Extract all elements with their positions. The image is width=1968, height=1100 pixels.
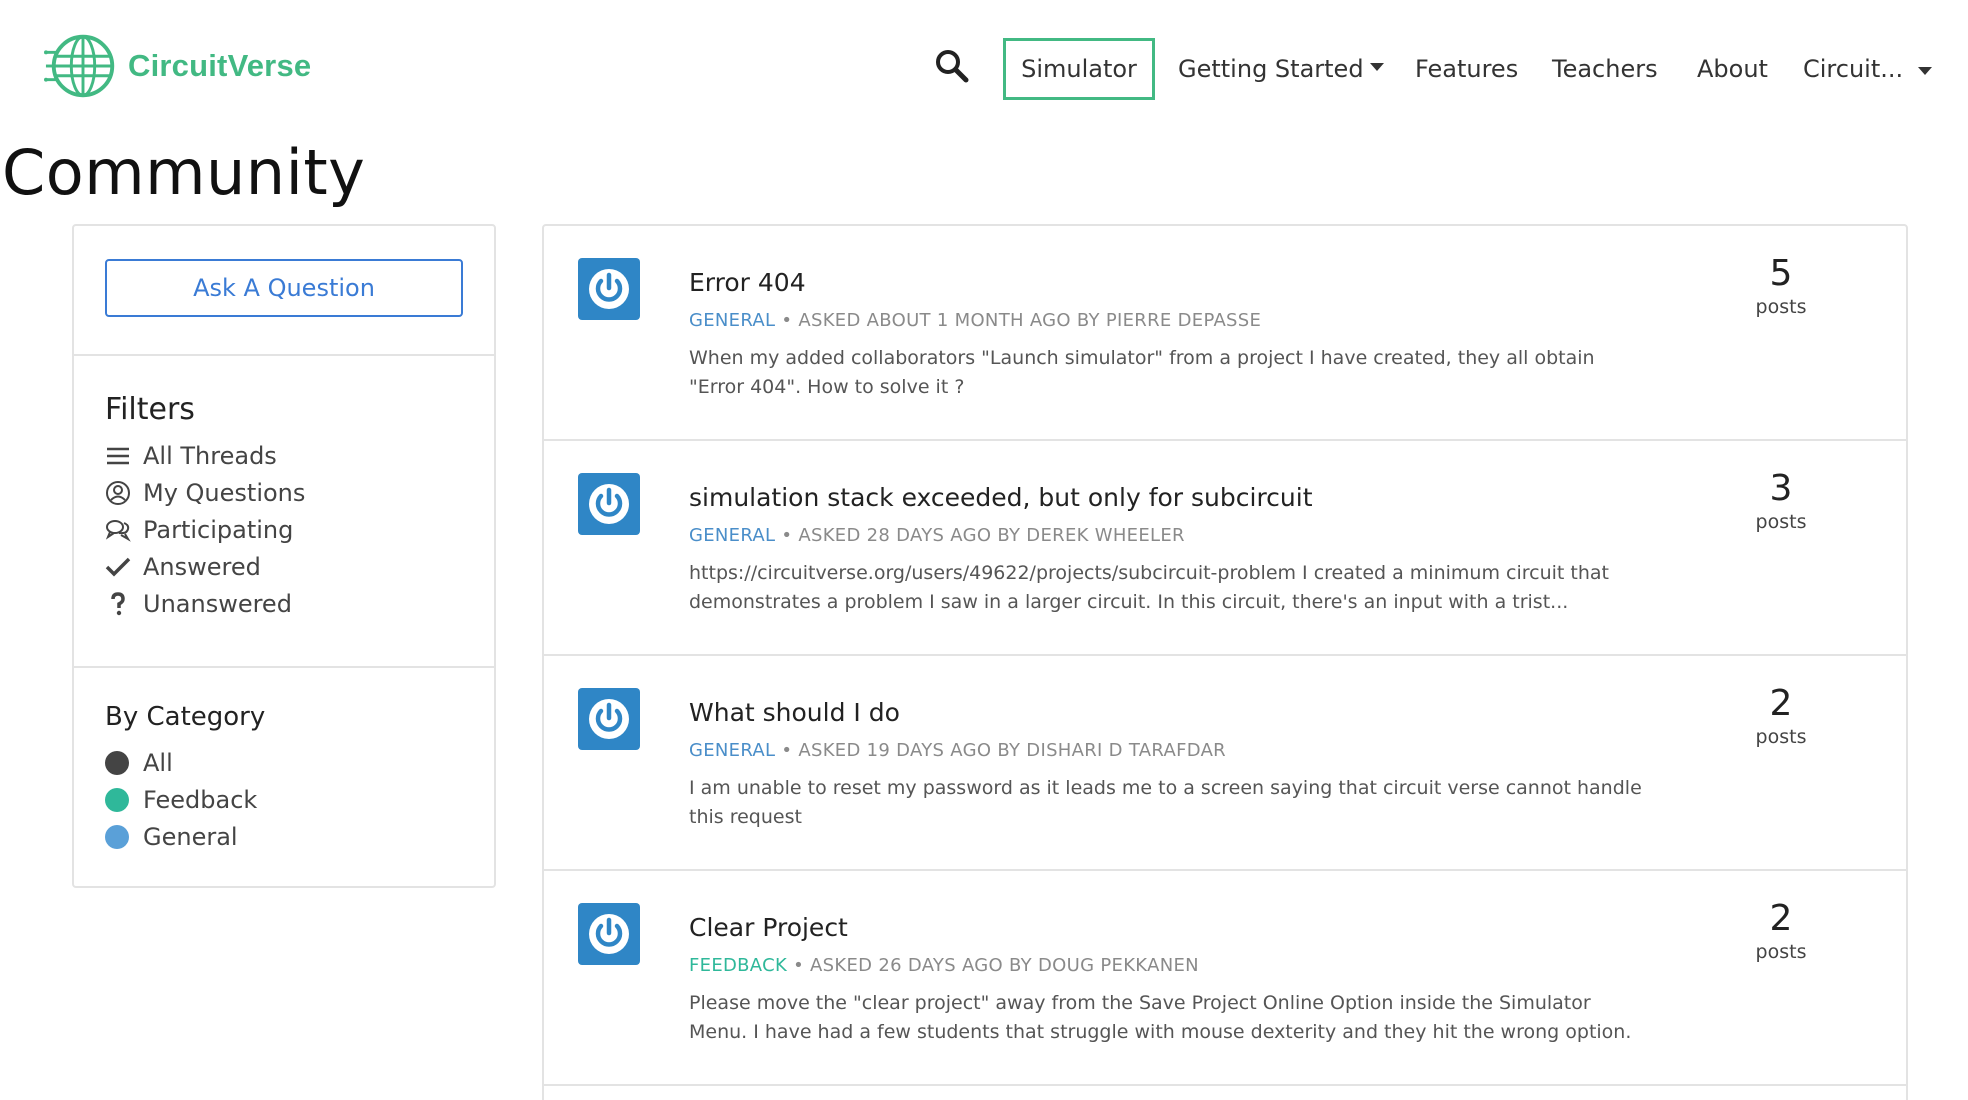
post-count-label: posts xyxy=(1755,726,1807,748)
user-circle-icon xyxy=(106,480,130,505)
category-label: Feedback xyxy=(143,785,258,814)
thread-title[interactable]: Error 404 xyxy=(689,268,806,297)
nav-user-menu[interactable]: Circuit... xyxy=(1803,38,1903,100)
thread-excerpt: https://circuitverse.org/users/49622/pro… xyxy=(689,562,1609,613)
chevron-down-icon xyxy=(1369,63,1384,71)
check-icon xyxy=(105,557,131,576)
thread-category[interactable]: GENERAL xyxy=(689,740,775,761)
post-count-number: 3 xyxy=(1769,468,1793,509)
nav-about[interactable]: About xyxy=(1697,38,1768,100)
category-dot-icon xyxy=(105,824,129,849)
category-general[interactable]: General xyxy=(105,818,494,855)
comments-icon xyxy=(105,519,131,542)
thread-asked-info: ASKED ABOUT 1 MONTH AGO BY PIERRE DEPASS… xyxy=(798,310,1262,331)
post-count: 5 posts xyxy=(1746,252,1816,318)
thread-excerpt: When my added collaborators "Launch simu… xyxy=(689,347,1595,398)
nav-getting-started-label: Getting Started xyxy=(1178,55,1364,83)
thread-meta: GENERAL • ASKED ABOUT 1 MONTH AGO BY PIE… xyxy=(689,310,1262,331)
post-count-number: 2 xyxy=(1769,898,1793,939)
post-count: 3 posts xyxy=(1746,467,1816,533)
post-count-label: posts xyxy=(1755,941,1807,963)
power-icon xyxy=(589,484,629,524)
nav-simulator-button[interactable]: Simulator xyxy=(1003,38,1155,100)
filter-my-questions[interactable]: My Questions xyxy=(105,474,494,511)
post-count-number: 2 xyxy=(1769,683,1793,724)
thread-title[interactable]: Clear Project xyxy=(689,913,848,942)
filter-label: Unanswered xyxy=(143,589,292,618)
list-icon xyxy=(107,447,129,464)
thread-excerpt: I am unable to reset my password as it l… xyxy=(689,777,1642,828)
filters-section: Filters All Threads My Questions Partici… xyxy=(74,356,494,668)
filter-label: Answered xyxy=(143,552,261,581)
sidebar: Ask A Question Filters All Threads My Qu… xyxy=(72,224,496,888)
post-count: 2 posts xyxy=(1746,682,1816,748)
nav-getting-started[interactable]: Getting Started xyxy=(1178,38,1384,100)
question-icon xyxy=(111,591,125,615)
ask-section: Ask A Question xyxy=(74,226,494,356)
user-menu-chevron-down-icon[interactable] xyxy=(1918,67,1932,75)
avatar xyxy=(578,473,640,535)
categories-section: By Category All Feedback General xyxy=(74,668,494,855)
thread-title[interactable]: What should I do xyxy=(689,698,900,727)
thread-category[interactable]: FEEDBACK xyxy=(689,955,787,976)
category-label: General xyxy=(143,822,238,851)
thread-asked-info: ASKED 26 DAYS AGO BY DOUG PEKKANEN xyxy=(810,955,1199,976)
thread-excerpt: Please move the "clear project" away fro… xyxy=(689,992,1632,1043)
thread-category[interactable]: GENERAL xyxy=(689,525,775,546)
avatar xyxy=(578,258,640,320)
thread-asked-info: ASKED 28 DAYS AGO BY DEREK WHEELER xyxy=(798,525,1185,546)
filter-unanswered[interactable]: Unanswered xyxy=(105,585,494,622)
thread-asked-info: ASKED 19 DAYS AGO BY DISHARI D TARAFDAR xyxy=(798,740,1226,761)
post-count-label: posts xyxy=(1755,511,1807,533)
page-title: Community xyxy=(2,136,366,209)
thread-meta: FEEDBACK • ASKED 26 DAYS AGO BY DOUG PEK… xyxy=(689,955,1199,976)
thread-category[interactable]: GENERAL xyxy=(689,310,775,331)
filter-label: Participating xyxy=(143,515,294,544)
ask-question-button[interactable]: Ask A Question xyxy=(105,259,463,317)
filter-all-threads[interactable]: All Threads xyxy=(105,437,494,474)
category-title: By Category xyxy=(105,702,266,732)
avatar xyxy=(578,903,640,965)
filter-label: All Threads xyxy=(143,441,277,470)
power-icon xyxy=(589,269,629,309)
thread-title[interactable]: simulation stack exceeded, but only for … xyxy=(689,483,1313,512)
filter-label: My Questions xyxy=(143,478,306,507)
filter-participating[interactable]: Participating xyxy=(105,511,494,548)
thread-list: Error 404 GENERAL • ASKED ABOUT 1 MONTH … xyxy=(542,224,1908,1100)
post-count: 2 posts xyxy=(1746,897,1816,963)
category-feedback[interactable]: Feedback xyxy=(105,781,494,818)
category-dot-icon xyxy=(105,787,129,812)
post-count-label: posts xyxy=(1755,296,1807,318)
nav-features[interactable]: Features xyxy=(1415,38,1518,100)
filters-title: Filters xyxy=(105,392,195,427)
thread-item[interactable]: Error 404 GENERAL • ASKED ABOUT 1 MONTH … xyxy=(544,226,1906,441)
post-count-number: 5 xyxy=(1769,253,1793,294)
thread-item[interactable]: simulation stack exceeded, but only for … xyxy=(544,441,1906,656)
avatar xyxy=(578,688,640,750)
thread-item[interactable]: What should I do GENERAL • ASKED 19 DAYS… xyxy=(544,656,1906,871)
thread-item[interactable]: Clear Project FEEDBACK • ASKED 26 DAYS A… xyxy=(544,871,1906,1086)
power-icon xyxy=(589,699,629,739)
category-label: All xyxy=(143,748,173,777)
main-nav: Simulator Getting Started Features Teach… xyxy=(0,38,1968,100)
category-all[interactable]: All xyxy=(105,744,494,781)
thread-meta: GENERAL • ASKED 19 DAYS AGO BY DISHARI D… xyxy=(689,740,1226,761)
thread-meta: GENERAL • ASKED 28 DAYS AGO BY DEREK WHE… xyxy=(689,525,1185,546)
power-icon xyxy=(589,914,629,954)
nav-teachers[interactable]: Teachers xyxy=(1552,38,1658,100)
filter-answered[interactable]: Answered xyxy=(105,548,494,585)
category-dot-icon xyxy=(105,750,129,775)
